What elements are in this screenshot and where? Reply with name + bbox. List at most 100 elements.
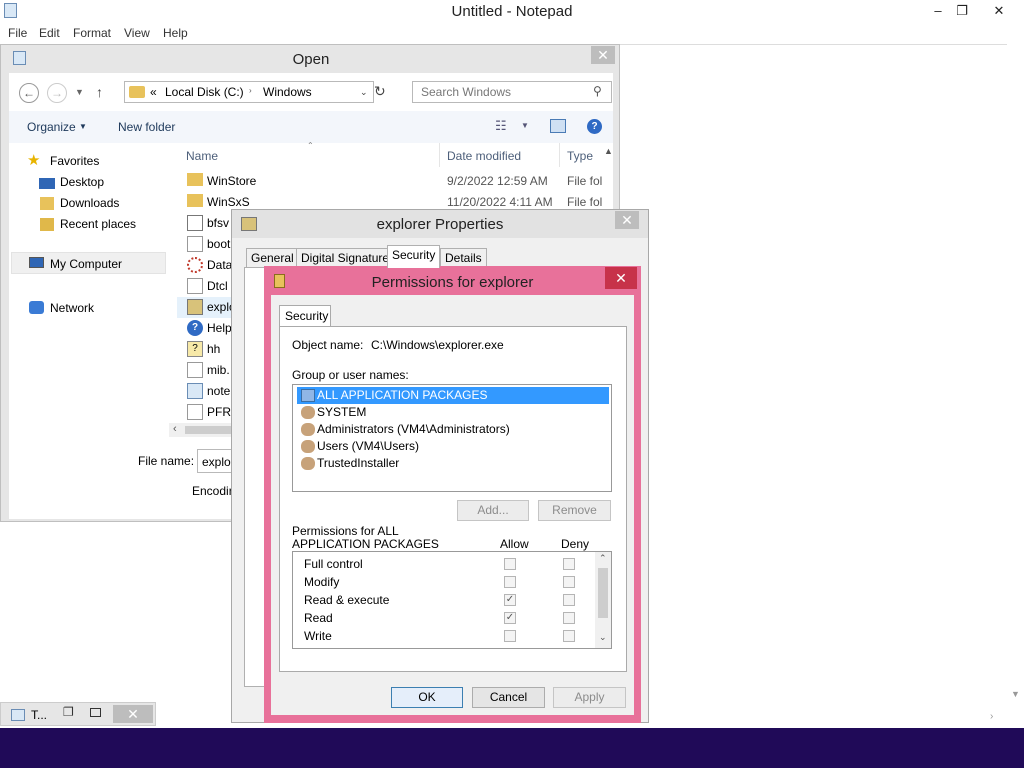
- back-arrow-icon[interactable]: ←: [19, 83, 39, 103]
- apply-button[interactable]: Apply: [553, 687, 626, 708]
- tab-digital-signatures[interactable]: Digital Signatures: [296, 248, 401, 268]
- file-row[interactable]: note: [177, 381, 237, 402]
- thumb-maximize-icon[interactable]: [90, 708, 101, 717]
- tab-general[interactable]: General: [246, 248, 299, 268]
- nav-downloads[interactable]: Downloads: [60, 196, 119, 210]
- ok-button[interactable]: OK: [391, 687, 463, 708]
- taskbar-thumbnail[interactable]: T... ❐ ✕: [0, 702, 156, 726]
- remove-button[interactable]: Remove: [538, 500, 611, 521]
- menu-file[interactable]: File: [8, 26, 27, 40]
- close-button[interactable]: ✕: [984, 2, 1014, 20]
- menu-view[interactable]: View: [124, 26, 150, 40]
- deny-checkbox[interactable]: [563, 612, 575, 624]
- breadcrumb-local-disk[interactable]: Local Disk (C:): [165, 85, 244, 99]
- properties-titlebar[interactable]: explorer Properties ✕: [232, 210, 648, 238]
- column-name[interactable]: Name: [186, 149, 218, 163]
- group-item-administrators[interactable]: Administrators (VM4\Administrators): [297, 421, 609, 438]
- file-row[interactable]: ? Help: [177, 318, 237, 339]
- scroll-left-icon[interactable]: ‹: [173, 423, 177, 435]
- nav-recent-places[interactable]: Recent places: [60, 217, 136, 231]
- recent-dropdown-icon[interactable]: ▼: [75, 87, 84, 97]
- nav-network[interactable]: Network: [50, 301, 94, 315]
- deny-checkbox[interactable]: [563, 630, 575, 642]
- open-close-button[interactable]: ✕: [591, 46, 615, 64]
- refresh-icon[interactable]: ↻: [374, 83, 386, 100]
- breadcrumb-prefix[interactable]: «: [150, 85, 157, 99]
- deny-header: Deny: [561, 537, 590, 551]
- group-item-all-application-packages[interactable]: ALL APPLICATION PACKAGES: [297, 387, 609, 404]
- menu-edit[interactable]: Edit: [39, 26, 60, 40]
- new-folder-button[interactable]: New folder: [118, 120, 175, 134]
- column-divider[interactable]: [439, 143, 440, 167]
- group-item-trustedinstaller[interactable]: TrustedInstaller: [297, 455, 609, 472]
- deny-checkbox[interactable]: [563, 594, 575, 606]
- allow-checkbox[interactable]: [504, 576, 516, 588]
- tab-security[interactable]: Security: [279, 305, 331, 327]
- nav-desktop[interactable]: Desktop: [60, 175, 104, 189]
- search-input[interactable]: Search Windows ⚲: [412, 81, 612, 103]
- organize-dropdown-icon[interactable]: ▼: [79, 122, 87, 131]
- file-scroll-up-icon[interactable]: ▲: [604, 146, 613, 156]
- file-row[interactable]: WinStore 9/2/2022 12:59 AM File fol: [177, 171, 605, 192]
- column-divider[interactable]: [559, 143, 560, 167]
- preview-pane-icon[interactable]: [550, 119, 566, 133]
- allow-checkbox-checked[interactable]: ✓: [504, 594, 516, 606]
- view-dropdown-icon[interactable]: ▼: [521, 121, 529, 130]
- notepad-titlebar[interactable]: Untitled - Notepad – ❐ ✕: [0, 0, 1024, 22]
- file-row-selected[interactable]: explo: [177, 297, 237, 318]
- file-row[interactable]: Dtcl: [177, 276, 237, 297]
- scroll-up-icon[interactable]: ⌃: [599, 553, 607, 564]
- tab-security[interactable]: Security: [387, 245, 441, 268]
- file-row[interactable]: mib.: [177, 360, 237, 381]
- menu-format[interactable]: Format: [73, 26, 111, 40]
- allow-checkbox[interactable]: [504, 630, 516, 642]
- open-dialog-title: Open: [292, 51, 330, 68]
- address-box[interactable]: « Local Disk (C:) › Windows ⌄: [124, 81, 374, 103]
- column-type[interactable]: Type: [567, 149, 593, 163]
- thumb-restore-icon[interactable]: ❐: [63, 705, 74, 719]
- properties-close-button[interactable]: ✕: [615, 211, 639, 229]
- hscroll-right-arrow-icon[interactable]: ›: [990, 711, 993, 722]
- group-item-system[interactable]: SYSTEM: [297, 404, 609, 421]
- menu-help[interactable]: Help: [163, 26, 188, 40]
- vertical-scrollbar[interactable]: ▼: [1007, 44, 1024, 708]
- permissions-close-button[interactable]: ✕: [605, 267, 637, 289]
- help-icon[interactable]: ?: [587, 119, 602, 134]
- scroll-down-arrow-icon[interactable]: ▼: [1011, 689, 1020, 699]
- search-icon[interactable]: ⚲: [593, 84, 602, 98]
- hscroll-thumb[interactable]: [185, 426, 235, 434]
- file-row[interactable]: Data: [177, 255, 237, 276]
- forward-arrow-icon[interactable]: →: [47, 83, 67, 103]
- view-options-icon[interactable]: ☷: [495, 118, 507, 134]
- file-row[interactable]: ? hh: [177, 339, 237, 360]
- deny-checkbox[interactable]: [563, 558, 575, 570]
- address-dropdown-icon[interactable]: ⌄: [360, 87, 368, 98]
- organize-button[interactable]: Organize: [27, 120, 76, 134]
- up-arrow-icon[interactable]: ↑: [96, 84, 103, 100]
- horizontal-scrollbar[interactable]: ‹: [169, 423, 239, 437]
- group-item-users[interactable]: Users (VM4\Users): [297, 438, 609, 455]
- permissions-scrollbar[interactable]: ⌃ ⌄: [595, 552, 611, 648]
- help-file-icon: ?: [187, 320, 203, 336]
- allow-checkbox-checked[interactable]: ✓: [504, 612, 516, 624]
- group-user-list[interactable]: ALL APPLICATION PACKAGES SYSTEM Administ…: [292, 384, 612, 492]
- column-date-modified[interactable]: Date modified: [447, 149, 521, 163]
- tab-details[interactable]: Details: [440, 248, 487, 268]
- add-button[interactable]: Add...: [457, 500, 529, 521]
- cancel-button[interactable]: Cancel: [472, 687, 545, 708]
- thumb-close-button[interactable]: ✕: [113, 705, 153, 723]
- object-name-value: C:\Windows\explorer.exe: [371, 338, 504, 352]
- deny-checkbox[interactable]: [563, 576, 575, 588]
- file-row[interactable]: bfsv: [177, 213, 237, 234]
- file-row[interactable]: boot: [177, 234, 237, 255]
- breadcrumb-separator-icon[interactable]: ›: [249, 86, 252, 95]
- scroll-down-icon[interactable]: ⌄: [599, 632, 607, 643]
- nav-favorites[interactable]: Favorites: [50, 154, 99, 168]
- file-row[interactable]: PFRO: [177, 402, 240, 423]
- nav-my-computer[interactable]: My Computer: [50, 257, 122, 271]
- breadcrumb-windows[interactable]: Windows: [263, 85, 312, 99]
- nav-my-computer-row[interactable]: My Computer: [11, 252, 166, 274]
- scroll-thumb[interactable]: [598, 568, 608, 618]
- restore-button[interactable]: ❐: [948, 2, 976, 20]
- allow-checkbox[interactable]: [504, 558, 516, 570]
